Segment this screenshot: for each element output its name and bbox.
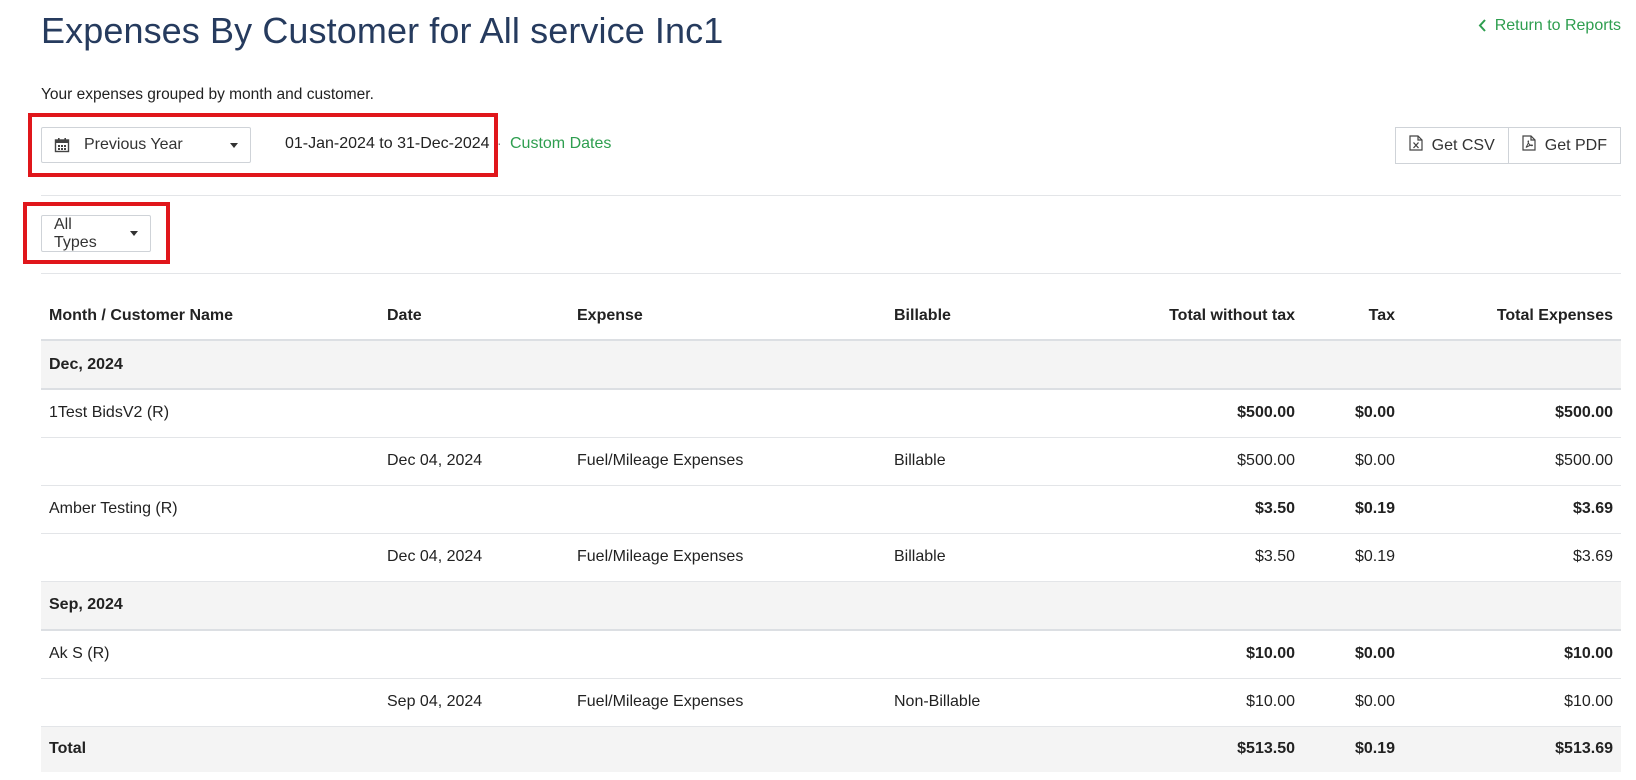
grand-total-expenses: $513.69 xyxy=(1403,726,1621,772)
expense-billable: Billable xyxy=(886,437,1095,486)
expense-tax: $0.19 xyxy=(1303,533,1403,582)
calendar-icon xyxy=(54,137,70,153)
expense-row: Dec 04, 2024 Fuel/Mileage Expenses Billa… xyxy=(41,437,1621,486)
expense-billable: Non-Billable xyxy=(886,678,1095,727)
customer-name: 1Test BidsV2 (R) xyxy=(41,389,379,438)
expense-row: Dec 04, 2024 Fuel/Mileage Expenses Billa… xyxy=(41,533,1621,582)
export-button-group: Get CSV Get PDF xyxy=(1394,127,1621,164)
expense-row: Sep 04, 2024 Fuel/Mileage Expenses Non-B… xyxy=(41,678,1621,727)
table-header-row: Month / Customer Name Date Expense Billa… xyxy=(41,292,1621,341)
customer-total: $3.69 xyxy=(1403,485,1621,534)
chevron-left-icon xyxy=(1478,18,1487,34)
separator-dot: · xyxy=(497,135,502,151)
column-header: Tax xyxy=(1303,292,1403,341)
column-header: Expense xyxy=(569,292,886,341)
customer-name: Ak S (R) xyxy=(41,630,379,679)
customer-row: 1Test BidsV2 (R) $500.00 $0.00 $500.00 xyxy=(41,389,1621,438)
expense-total: $500.00 xyxy=(1403,437,1621,486)
expense-total: $3.69 xyxy=(1403,533,1621,582)
custom-dates-link[interactable]: Custom Dates xyxy=(510,135,611,153)
expense-billable: Billable xyxy=(886,533,1095,582)
caret-down-icon xyxy=(230,142,238,148)
expense-total: $10.00 xyxy=(1403,678,1621,727)
expense-tax: $0.00 xyxy=(1303,437,1403,486)
column-header: Month / Customer Name xyxy=(41,292,379,341)
divider xyxy=(41,195,1621,196)
page-subtitle: Your expenses grouped by month and custo… xyxy=(41,86,374,103)
expense-total-without-tax: $10.00 xyxy=(1095,678,1303,727)
expense-type-select[interactable]: All Types xyxy=(41,215,151,252)
date-range-preset-select[interactable]: Previous Year xyxy=(41,127,251,163)
excel-file-icon xyxy=(1409,135,1423,156)
return-to-reports-label: Return to Reports xyxy=(1494,17,1621,34)
expense-date: Dec 04, 2024 xyxy=(379,437,569,486)
customer-name: Amber Testing (R) xyxy=(41,485,379,534)
customer-tax: $0.00 xyxy=(1303,389,1403,438)
customer-total-without-tax: $3.50 xyxy=(1095,485,1303,534)
date-range-text: 01-Jan-2024 to 31-Dec-2024 xyxy=(285,135,490,152)
customer-tax: $0.19 xyxy=(1303,485,1403,534)
expense-date: Dec 04, 2024 xyxy=(379,533,569,582)
customer-tax: $0.00 xyxy=(1303,630,1403,679)
caret-down-icon xyxy=(130,231,138,236)
grand-total-row: Total $513.50 $0.19 $513.69 xyxy=(41,726,1621,772)
customer-row: Amber Testing (R) $3.50 $0.19 $3.69 xyxy=(41,485,1621,534)
expense-total-without-tax: $500.00 xyxy=(1095,437,1303,486)
customer-row: Ak S (R) $10.00 $0.00 $10.00 xyxy=(41,630,1621,679)
expense-type-label: All Types xyxy=(54,215,97,251)
get-pdf-button[interactable]: Get PDF xyxy=(1508,127,1621,164)
divider xyxy=(41,273,1621,274)
pdf-file-icon xyxy=(1522,135,1536,156)
customer-total: $500.00 xyxy=(1403,389,1621,438)
page-title: Expenses By Customer for All service Inc… xyxy=(41,10,724,51)
get-pdf-label: Get PDF xyxy=(1544,136,1607,154)
month-label: Dec, 2024 xyxy=(41,340,1621,390)
column-header: Billable xyxy=(886,292,1095,341)
month-group-row: Dec, 2024 xyxy=(41,340,1621,390)
column-header: Date xyxy=(379,292,569,341)
return-to-reports-link[interactable]: Return to Reports xyxy=(1478,17,1621,35)
get-csv-label: Get CSV xyxy=(1431,136,1495,154)
customer-total-without-tax: $10.00 xyxy=(1095,630,1303,679)
expenses-table: Month / Customer Name Date Expense Billa… xyxy=(41,292,1621,772)
column-header: Total without tax xyxy=(1095,292,1303,341)
total-label: Total xyxy=(41,726,379,772)
customer-total: $10.00 xyxy=(1403,630,1621,679)
month-group-row: Sep, 2024 xyxy=(41,581,1621,631)
month-label: Sep, 2024 xyxy=(41,581,1621,631)
customer-total-without-tax: $500.00 xyxy=(1095,389,1303,438)
grand-total-tax: $0.19 xyxy=(1303,726,1403,772)
expense-type: Fuel/Mileage Expenses xyxy=(569,678,886,727)
expense-tax: $0.00 xyxy=(1303,678,1403,727)
get-csv-button[interactable]: Get CSV xyxy=(1394,127,1509,164)
expense-date: Sep 04, 2024 xyxy=(379,678,569,727)
expense-type: Fuel/Mileage Expenses xyxy=(569,437,886,486)
expense-total-without-tax: $3.50 xyxy=(1095,533,1303,582)
date-range-preset-label: Previous Year xyxy=(84,136,183,153)
expense-type: Fuel/Mileage Expenses xyxy=(569,533,886,582)
column-header: Total Expenses xyxy=(1403,292,1621,341)
grand-total-without-tax: $513.50 xyxy=(1095,726,1303,772)
